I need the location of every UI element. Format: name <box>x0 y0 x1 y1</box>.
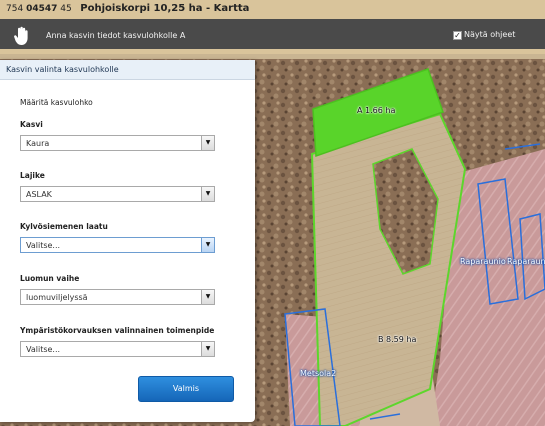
chevron-down-icon[interactable]: ▼ <box>201 342 214 356</box>
variety-select[interactable]: ASLAK ▼ <box>20 186 215 202</box>
variety-select-value: ASLAK <box>26 190 52 199</box>
seed-quality-select-value: Valitse... <box>26 241 61 250</box>
farm-id-prefix: 754 <box>6 4 24 14</box>
farm-id-suffix: 45 <box>60 4 72 14</box>
show-help-checkbox[interactable]: ✓ <box>453 31 462 40</box>
chevron-down-icon[interactable]: ▼ <box>201 290 214 304</box>
crop-select-value: Kaura <box>26 139 50 148</box>
farm-id: 04547 <box>26 4 58 14</box>
variety-label: Lajike <box>20 171 45 180</box>
environmental-measure-select-value: Valitse... <box>26 345 61 354</box>
instruction-toolbar: Anna kasvin tiedot kasvulohkolle A ✓ Näy… <box>0 19 545 54</box>
section-heading: Määritä kasvulohko <box>20 98 93 107</box>
crop-label: Kasvi <box>20 120 43 129</box>
seed-quality-select[interactable]: Valitse... ▼ <box>20 237 215 253</box>
show-help-label[interactable]: Näytä ohjeet <box>464 30 515 39</box>
seed-quality-label: Kylvösiemenen laatu <box>20 222 108 231</box>
neighbour-label-metsola2: Metsola2 <box>300 369 337 378</box>
chevron-down-icon[interactable]: ▼ <box>201 136 214 150</box>
crop-selection-panel: Kasvin valinta kasvulohkolle Määritä kas… <box>0 60 255 422</box>
organic-phase-label: Luomun vaihe <box>20 274 80 283</box>
neighbour-label-raparaunio-1: Raparaunio <box>460 257 506 266</box>
hand-icon <box>14 26 28 45</box>
environmental-measure-label: Ympäristökorvauksen valinnainen toimenpi… <box>20 326 215 335</box>
instruction-text: Anna kasvin tiedot kasvulohkolle A <box>46 31 186 40</box>
organic-phase-select[interactable]: luomuviljelyssä ▼ <box>20 289 215 305</box>
parcel-a-label: A 1.66 ha <box>357 106 396 115</box>
crop-select[interactable]: Kaura ▼ <box>20 135 215 151</box>
title-bar: 754 04547 45 Pohjoiskorpi 10,25 ha - Kar… <box>0 0 545 19</box>
chevron-down-icon[interactable]: ▼ <box>201 187 214 201</box>
parcel-b-label: B 8.59 ha <box>378 335 417 344</box>
chevron-down-icon[interactable]: ▼ <box>201 238 214 252</box>
panel-title: Kasvin valinta kasvulohkolle <box>0 60 255 80</box>
submit-button[interactable]: Valmis <box>138 376 234 402</box>
environmental-measure-select[interactable]: Valitse... ▼ <box>20 341 215 357</box>
organic-phase-select-value: luomuviljelyssä <box>26 293 88 302</box>
page-title: Pohjoiskorpi 10,25 ha - Kartta <box>80 3 250 14</box>
neighbour-label-raparaunio-2: Raparaunio <box>507 257 545 266</box>
